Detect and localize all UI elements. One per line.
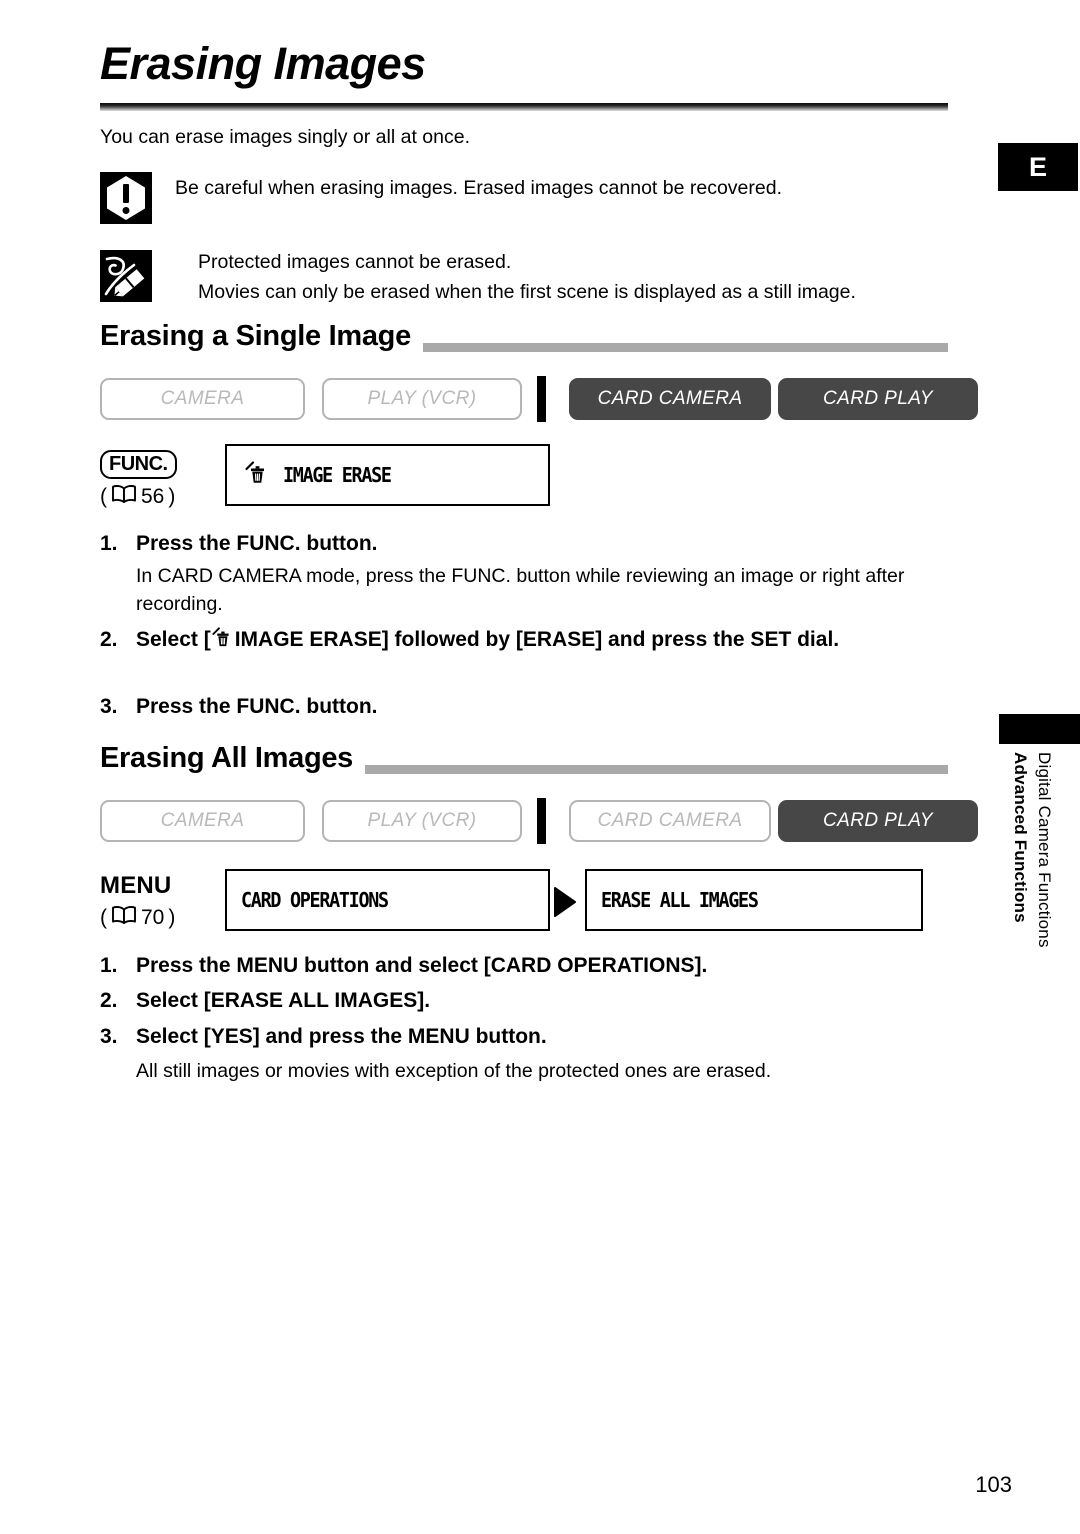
mode-badge-card-play[interactable]: CARD PLAY [778, 800, 978, 842]
step-1-single: 1. Press the FUNC. button. [100, 530, 970, 558]
paren-close: ) [168, 485, 176, 508]
paren-close: ) [168, 906, 176, 929]
sidebar-subtitle: Digital Camera Functions [1035, 752, 1054, 948]
step-number: 3. [100, 1025, 118, 1048]
step-number: 2. [100, 628, 118, 651]
book-icon [111, 484, 137, 510]
step-text-before: Select [ [136, 628, 211, 651]
lcd-box-card-operations[interactable]: CARD OPERATIONS [225, 869, 550, 931]
page-number: 103 [975, 1472, 1012, 1497]
section-thumb-tab [999, 714, 1080, 744]
step-text: Press the MENU button and select [CARD O… [136, 954, 708, 977]
mode-separator [537, 798, 546, 844]
flow-arrow-icon [552, 886, 578, 923]
mode-badge-card-camera[interactable]: CARD CAMERA [569, 800, 771, 842]
step-3-single: 3. Press the FUNC. button. [100, 693, 970, 721]
step-1-single-detail: In CARD CAMERA mode, press the FUNC. but… [136, 565, 905, 616]
language-tab: E [998, 143, 1078, 191]
page-reference-number: 70 [141, 906, 165, 929]
page-reference-70: ( 70 ) [100, 905, 175, 931]
warning-note-line-1: Be careful when erasing images. Erased i… [175, 177, 783, 199]
step-text: Select [ERASE ALL IMAGES]. [136, 989, 431, 1012]
menu-button[interactable]: MENU [100, 872, 171, 900]
step-1-all: 1. Press the MENU button and select [CAR… [100, 952, 970, 980]
lcd-box-erase-all-images[interactable]: ERASE ALL IMAGES [585, 869, 923, 931]
mode-badge-card-camera[interactable]: CARD CAMERA [569, 378, 771, 420]
step-number: 2. [100, 989, 118, 1012]
lcd-label-card-operations: CARD OPERATIONS [241, 888, 389, 912]
warning-icon [100, 172, 152, 224]
step-number: 1. [100, 954, 118, 977]
step-number: 1. [100, 532, 118, 555]
step-number: 3. [100, 695, 118, 718]
step-text: Press the FUNC. button. [136, 695, 378, 718]
paren-open: ( [100, 906, 107, 929]
page-title: Erasing Images [100, 38, 426, 89]
mode-badge-play-vcr[interactable]: PLAY (VCR) [322, 800, 522, 842]
step-3-all: 3. Select [YES] and press the MENU butto… [100, 1023, 970, 1051]
paren-open: ( [100, 485, 107, 508]
memo-icon [100, 250, 152, 302]
manual-page: Erasing Images You can erase images sing… [0, 0, 1080, 1534]
memo-note-line-2: Movies can only be erased when the first… [198, 281, 856, 303]
title-rule [100, 103, 948, 111]
lcd-label-image-erase: IMAGE ERASE [283, 463, 392, 487]
section-heading-single: Erasing a Single Image [100, 320, 423, 353]
page-reference-number: 56 [141, 485, 165, 508]
book-icon [111, 905, 137, 931]
step-text: Select [ IMAGE ERASE] followed by [ERASE… [136, 626, 970, 656]
section-heading-all: Erasing All Images [100, 742, 366, 775]
lcd-box-image-erase[interactable]: IMAGE ERASE [225, 444, 550, 506]
trash-erase-icon [245, 460, 269, 490]
mode-badge-camera[interactable]: CAMERA [100, 378, 305, 420]
memo-note-line-1: Protected images cannot be erased. [198, 251, 512, 273]
step-2-single: 2. Select [ IMAGE ERASE] followed by [ER… [100, 626, 970, 656]
lcd-label-erase-all-images: ERASE ALL IMAGES [601, 888, 759, 912]
mode-badge-camera[interactable]: CAMERA [100, 800, 305, 842]
trash-erase-icon [212, 627, 233, 653]
mode-badge-play-vcr[interactable]: PLAY (VCR) [322, 378, 522, 420]
step-3-all-detail: All still images or movies with exceptio… [136, 1060, 772, 1082]
mode-badge-card-play[interactable]: CARD PLAY [778, 378, 978, 420]
step-text: Select [YES] and press the MENU button. [136, 1025, 547, 1048]
step-text-after: IMAGE ERASE] followed by [ERASE] and pre… [234, 628, 840, 651]
mode-separator [537, 376, 546, 422]
func-button[interactable]: FUNC. [100, 450, 177, 479]
page-reference-56: ( 56 ) [100, 484, 175, 510]
intro-text: You can erase images singly or all at on… [100, 126, 470, 148]
step-2-all: 2. Select [ERASE ALL IMAGES]. [100, 987, 970, 1015]
step-text: Press the FUNC. button. [136, 532, 378, 555]
